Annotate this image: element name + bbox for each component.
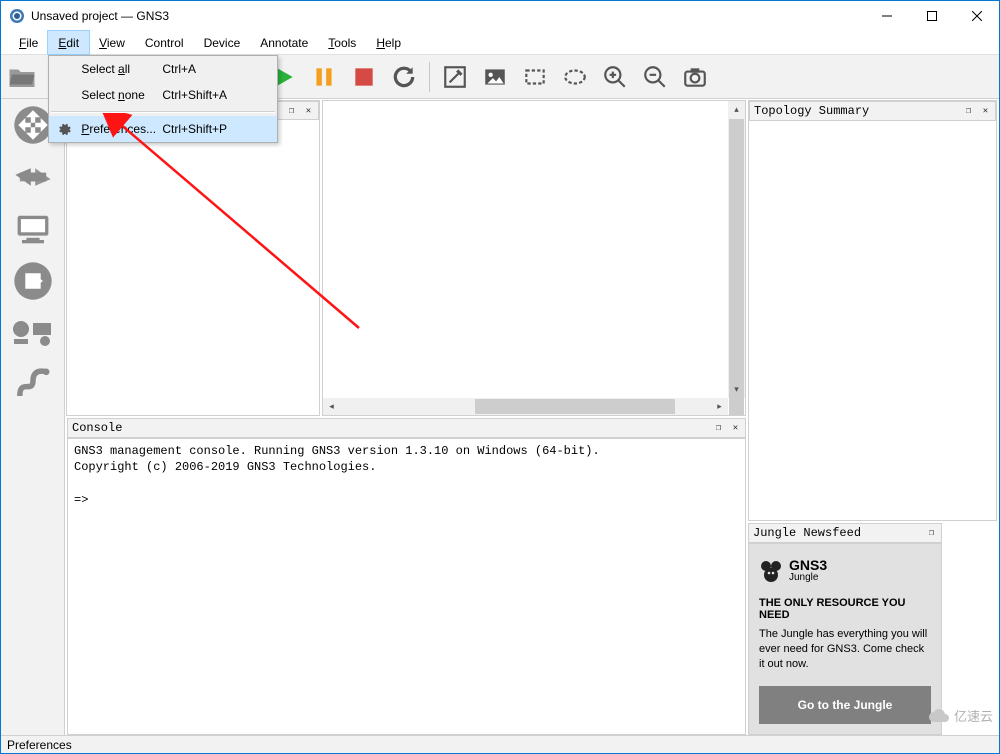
jungle-body: The Jungle has everything you will ever …	[759, 627, 931, 672]
annotate-rect-button[interactable]	[518, 60, 552, 94]
screenshot-button[interactable]	[678, 60, 712, 94]
annotate-image-button[interactable]	[478, 60, 512, 94]
end-devices-button[interactable]	[9, 205, 57, 253]
jungle-headline: THE ONLY RESOURCE YOU NEED	[759, 597, 931, 621]
panel-title: Jungle Newsfeed	[753, 526, 922, 540]
topology-header[interactable]: Topology Summary ❐ ✕	[749, 101, 996, 121]
menu-control[interactable]: Control	[135, 31, 194, 54]
gns3-logo-icon	[759, 559, 783, 583]
close-button[interactable]	[954, 2, 999, 31]
jungle-header[interactable]: Jungle Newsfeed ❐	[748, 523, 942, 543]
panel-title: Topology Summary	[754, 104, 959, 118]
console-panel: Console ❐ ✕ GNS3 management console. Run…	[67, 418, 746, 735]
main-area: ❐ ✕ ▴ ▾ ◂ ▸	[1, 99, 999, 735]
separator	[429, 62, 430, 92]
menu-view[interactable]: View	[89, 31, 135, 54]
menu-annotate[interactable]: Annotate	[250, 31, 318, 54]
menu-tools[interactable]: Tools	[318, 31, 366, 54]
menu-label: Preferences...	[79, 122, 162, 136]
menubar: File Edit Select all Ctrl+A Select none …	[1, 31, 999, 55]
jungle-brand-sub: Jungle	[789, 572, 827, 583]
menu-help[interactable]: Help	[366, 31, 411, 54]
gear-icon	[49, 122, 79, 136]
stop-button[interactable]	[347, 60, 381, 94]
nodes-list[interactable]	[67, 120, 319, 415]
jungle-cta-button[interactable]: Go to the Jungle	[759, 686, 931, 724]
panel-title: Console	[72, 421, 709, 435]
jungle-brand: GNS3	[789, 558, 827, 572]
topology-list[interactable]	[749, 121, 996, 520]
scroll-left-icon[interactable]: ◂	[323, 398, 340, 415]
window-title: Unsaved project — GNS3	[31, 9, 864, 23]
zoom-out-button[interactable]	[638, 60, 672, 94]
close-icon[interactable]: ✕	[301, 104, 316, 117]
add-link-button[interactable]	[9, 361, 57, 409]
scroll-up-icon[interactable]: ▴	[728, 101, 745, 118]
pause-button[interactable]	[307, 60, 341, 94]
vertical-scrollbar[interactable]: ▴ ▾	[728, 101, 745, 398]
topology-panel: Topology Summary ❐ ✕	[748, 100, 997, 521]
close-icon[interactable]: ✕	[728, 422, 743, 435]
separator	[51, 111, 275, 113]
menu-edit[interactable]: Edit Select all Ctrl+A Select none Ctrl+…	[47, 30, 90, 55]
switches-button[interactable]	[9, 153, 57, 201]
all-devices-button[interactable]	[9, 309, 57, 357]
float-icon[interactable]: ❐	[961, 105, 976, 118]
scroll-right-icon[interactable]: ▸	[711, 398, 728, 415]
watermark: 亿速云	[928, 706, 993, 725]
security-devices-button[interactable]	[9, 257, 57, 305]
menu-label: Select all	[79, 62, 162, 76]
menu-label: Select none	[79, 88, 162, 102]
close-icon[interactable]: ✕	[978, 105, 993, 118]
menu-select-none[interactable]: Select none Ctrl+Shift+A	[49, 82, 277, 108]
zoom-in-button[interactable]	[598, 60, 632, 94]
shortcut: Ctrl+A	[162, 62, 252, 76]
shortcut: Ctrl+Shift+A	[162, 88, 252, 102]
statusbar: Preferences	[1, 735, 999, 753]
annotate-note-button[interactable]	[438, 60, 472, 94]
maximize-button[interactable]	[909, 2, 954, 31]
menu-select-all[interactable]: Select all Ctrl+A	[49, 56, 277, 82]
float-icon[interactable]: ❐	[284, 104, 299, 117]
menu-preferences[interactable]: Preferences... Ctrl+Shift+P	[49, 116, 277, 142]
float-icon[interactable]: ❐	[924, 527, 939, 540]
console-header[interactable]: Console ❐ ✕	[67, 418, 746, 438]
jungle-content: GNS3 Jungle THE ONLY RESOURCE YOU NEED T…	[748, 543, 942, 735]
menu-file[interactable]: File	[9, 31, 48, 54]
scroll-thumb[interactable]	[729, 119, 744, 416]
status-text: Preferences	[7, 738, 72, 752]
canvas[interactable]: ▴ ▾ ◂ ▸	[322, 100, 746, 416]
shortcut: Ctrl+Shift+P	[162, 122, 252, 136]
titlebar: Unsaved project — GNS3	[1, 1, 999, 31]
scroll-thumb[interactable]	[475, 399, 675, 414]
jungle-panel: Jungle Newsfeed ❐ GNS3 Jungle THE ONLY R…	[748, 523, 942, 735]
minimize-button[interactable]	[864, 2, 909, 31]
nodes-panel: ❐ ✕	[66, 100, 320, 416]
edit-dropdown: Select all Ctrl+A Select none Ctrl+Shift…	[48, 55, 278, 143]
right-column: Topology Summary ❐ ✕ Jungle Newsfeed ❐ G…	[747, 99, 999, 735]
jungle-logo: GNS3 Jungle	[759, 558, 931, 583]
app-icon	[9, 8, 25, 24]
console-output[interactable]: GNS3 management console. Running GNS3 ve…	[67, 438, 746, 735]
scroll-down-icon[interactable]: ▾	[728, 381, 745, 398]
float-icon[interactable]: ❐	[711, 422, 726, 435]
device-bar	[1, 99, 65, 735]
open-project-button[interactable]	[5, 60, 39, 94]
horizontal-scrollbar[interactable]: ◂ ▸	[323, 398, 728, 415]
reload-button[interactable]	[387, 60, 421, 94]
centre-column: ❐ ✕ ▴ ▾ ◂ ▸	[65, 99, 747, 735]
menu-device[interactable]: Device	[194, 31, 251, 54]
annotate-ellipse-button[interactable]	[558, 60, 592, 94]
